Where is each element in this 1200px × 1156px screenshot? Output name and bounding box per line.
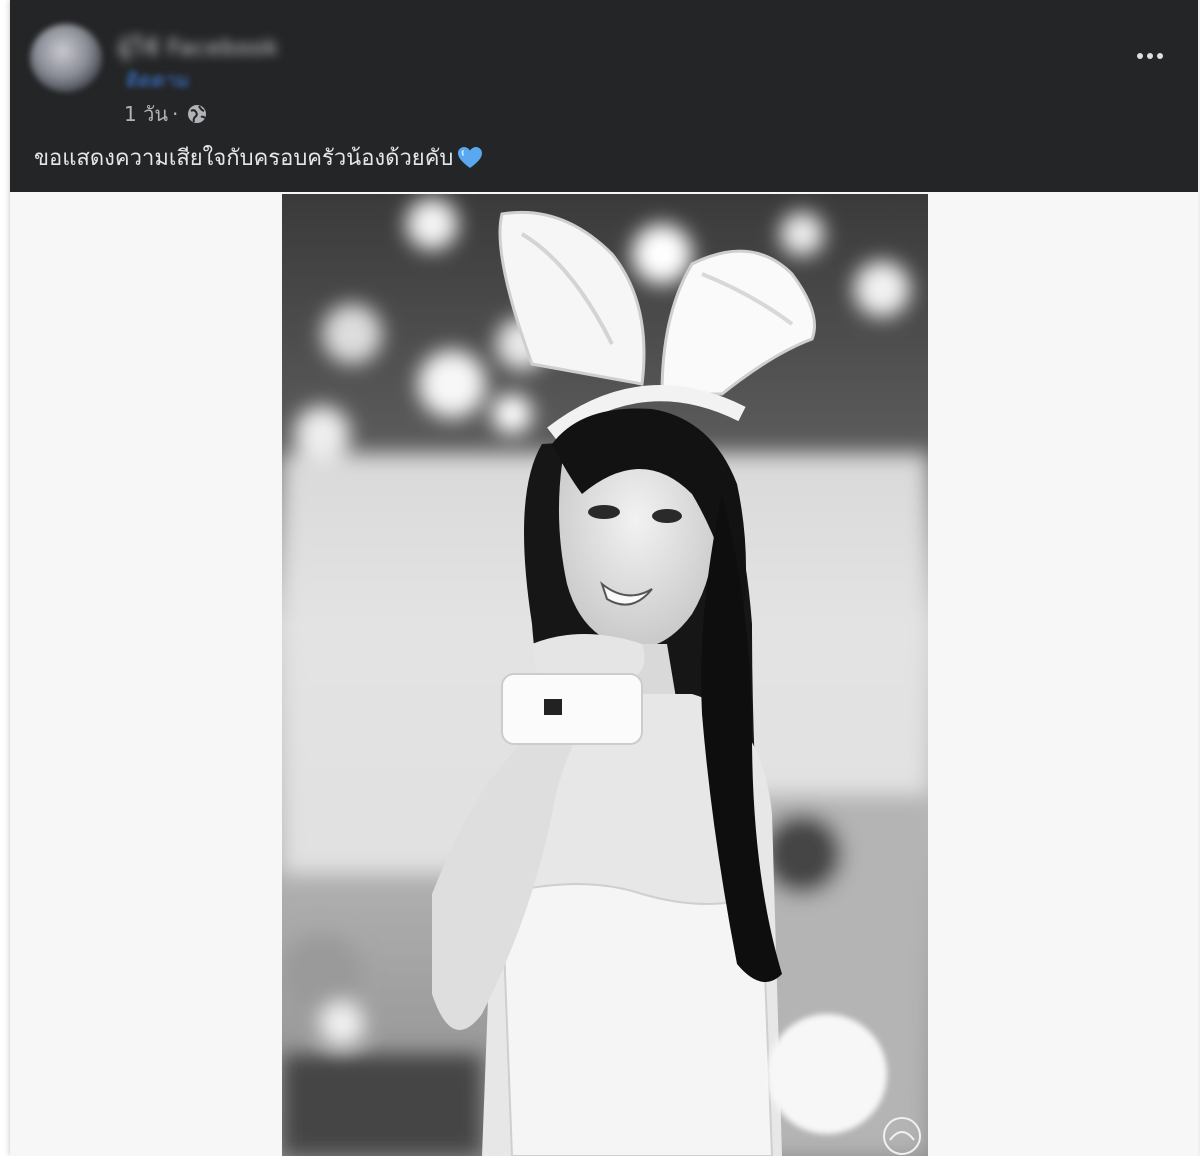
facebook-post-screenshot: ผู้ใช้ Facebook ติดตาม 1 วัน · ขอแสดงควา…: [10, 0, 1200, 1156]
more-options-icon: [1137, 53, 1143, 59]
post-media-area: [10, 192, 1198, 1156]
post-message-text: ขอแสดงความเสียใจกับครอบครัวน้องด้วยคับ: [34, 146, 454, 171]
follow-link[interactable]: ติดตาม: [126, 64, 189, 96]
post-header: ผู้ใช้ Facebook ติดตาม 1 วัน · ขอแสดงควา…: [10, 0, 1198, 192]
globe-icon[interactable]: [186, 103, 208, 125]
post-photo[interactable]: [282, 194, 928, 1156]
post-timestamp[interactable]: 1 วัน: [124, 98, 168, 130]
meta-separator: ·: [171, 102, 179, 126]
post-meta: 1 วัน ·: [124, 98, 208, 130]
author-avatar[interactable]: [30, 24, 102, 92]
more-options-dot: [1147, 53, 1153, 59]
author-name[interactable]: ผู้ใช้ Facebook: [118, 30, 279, 61]
blue-heart-icon: [457, 146, 483, 170]
more-options-dot: [1157, 53, 1163, 59]
post-message: ขอแสดงความเสียใจกับครอบครัวน้องด้วยคับ: [34, 140, 483, 175]
more-options-button[interactable]: [1130, 42, 1170, 70]
